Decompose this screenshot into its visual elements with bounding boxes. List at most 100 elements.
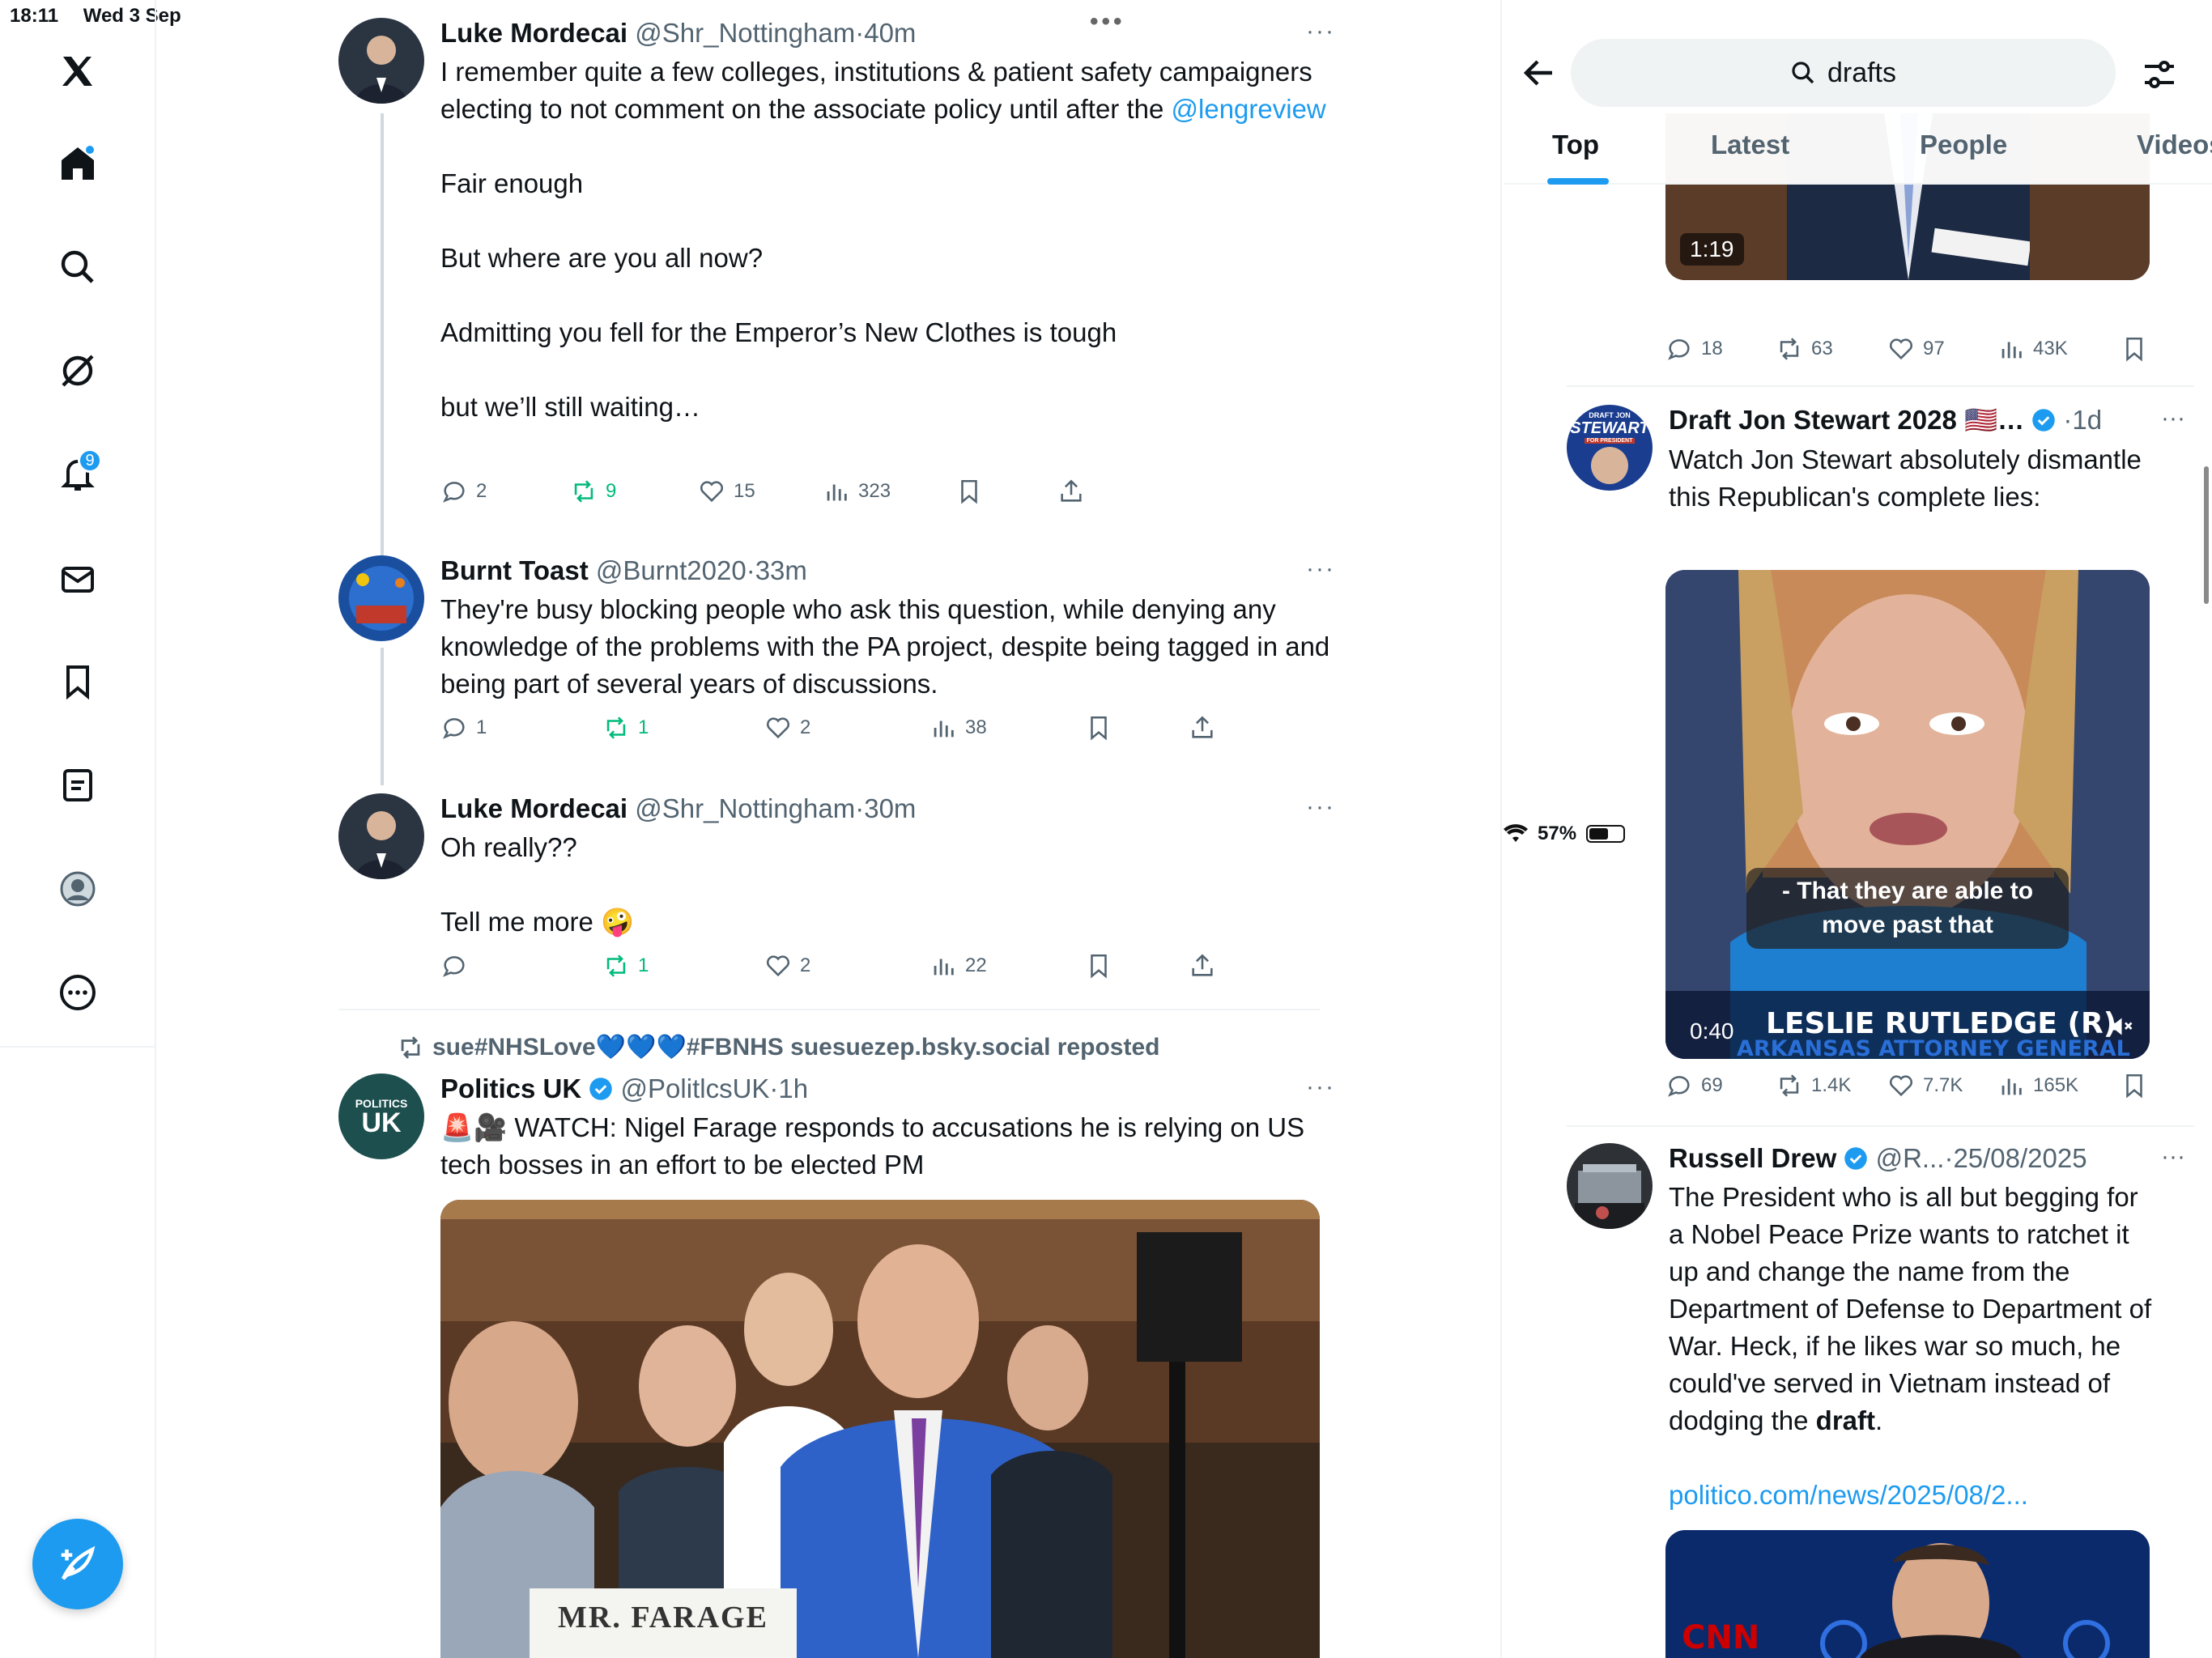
author-avatar[interactable] <box>338 555 424 641</box>
more-options-icon[interactable]: ··· <box>1306 18 1335 45</box>
more-options-icon[interactable]: ··· <box>1306 793 1335 821</box>
search-icon[interactable] <box>49 238 107 296</box>
search-result-video[interactable]: - That they are able to move past that L… <box>1665 570 2150 1059</box>
author-avatar[interactable]: POLITICS UK <box>338 1073 424 1159</box>
more-options-icon[interactable]: ··· <box>1306 1073 1335 1101</box>
views-button[interactable]: 38 <box>929 714 987 742</box>
subtitle-line: - That they are able to <box>1781 878 2034 904</box>
video-thumbnail <box>1665 570 2150 1059</box>
tab-latest[interactable]: Latest <box>1711 130 1789 160</box>
author-name[interactable]: Luke Mordecai <box>440 18 627 48</box>
x-logo-icon[interactable] <box>49 42 107 100</box>
reply-button[interactable]: 1 <box>440 714 487 742</box>
tweet-time[interactable]: 25/08/2025 <box>1953 1143 2087 1173</box>
views-button[interactable]: 22 <box>929 952 987 980</box>
bookmark-button[interactable] <box>1085 714 1112 742</box>
more-options-icon[interactable]: ··· <box>2161 405 2185 432</box>
like-button[interactable]: 2 <box>764 952 810 980</box>
repost-button[interactable]: 63 <box>1776 335 1833 363</box>
tweet-time[interactable]: 30m <box>864 793 916 823</box>
grok-icon[interactable] <box>49 342 107 400</box>
tweet-time[interactable]: 33m <box>755 555 807 585</box>
lists-icon[interactable] <box>49 756 107 814</box>
author-handle[interactable]: @Shr_Nottingham <box>635 793 855 823</box>
mute-icon[interactable] <box>2106 1012 2135 1041</box>
more-options-icon[interactable]: ··· <box>1306 555 1335 583</box>
tab-people[interactable]: People <box>1920 130 2007 160</box>
views-button[interactable]: 165K <box>1997 1072 2078 1099</box>
author-name[interactable]: Luke Mordecai <box>440 793 627 823</box>
tab-videos[interactable]: Videos <box>2137 130 2212 160</box>
tweet-video[interactable]: MR. FARAGE <box>440 1200 1320 1658</box>
author-name[interactable]: Russell Drew <box>1669 1143 1836 1173</box>
repost-button[interactable]: 1 <box>602 714 649 742</box>
cnn-logo: CNN <box>1682 1619 1760 1656</box>
repost-attribution[interactable]: sue#NHSLove💙💙💙#FBNHS suesuezep.bsky.soci… <box>397 1033 1159 1061</box>
reply-button[interactable]: 69 <box>1665 1072 1723 1099</box>
reply-button[interactable]: 18 <box>1665 335 1723 363</box>
reply-button[interactable]: 2 <box>440 478 487 505</box>
bookmark-button[interactable] <box>2121 335 2148 363</box>
share-button[interactable] <box>1189 952 1216 980</box>
video-duration: 1:19 <box>1680 233 1744 266</box>
views-button[interactable]: 323 <box>823 478 891 505</box>
bookmarks-icon[interactable] <box>49 653 107 711</box>
like-button[interactable]: 2 <box>764 714 810 742</box>
tweet[interactable]: Luke Mordecai @Shr_Nottingham·30m ··· Oh… <box>338 793 1334 980</box>
bookmark-button[interactable] <box>2121 1072 2148 1099</box>
tweet-time[interactable]: 1d <box>2072 405 2102 435</box>
more-options-icon[interactable]: ··· <box>2161 1143 2185 1171</box>
tweet[interactable]: POLITICS UK Politics UK @PolitlcsUK·1h ·… <box>338 1073 1334 1658</box>
scroll-indicator[interactable] <box>2204 466 2209 604</box>
search-input[interactable]: drafts <box>1571 39 2116 107</box>
views-button[interactable]: 43K <box>1997 335 2068 363</box>
avatar-text: UK <box>361 1107 402 1138</box>
author-handle[interactable]: @Burnt2020 <box>596 555 747 585</box>
more-icon[interactable] <box>49 963 107 1022</box>
author-name[interactable]: Draft Jon Stewart 2028 <box>1669 405 1957 435</box>
author-handle[interactable]: @R... <box>1876 1143 1945 1173</box>
tweet-actions: 69 1.4K 7.7K 165K <box>1665 1072 2150 1104</box>
bookmark-icon <box>1091 716 1107 741</box>
tab-top[interactable]: Top <box>1552 130 1599 160</box>
tweet-time[interactable]: 40m <box>864 18 916 48</box>
bookmark-button[interactable] <box>1085 952 1112 980</box>
home-icon[interactable] <box>49 134 107 193</box>
tweet[interactable]: Burnt Toast @Burnt2020·33m ··· They're b… <box>338 555 1334 750</box>
author-name[interactable]: Politics UK <box>440 1073 581 1103</box>
author-avatar[interactable] <box>1567 1143 1653 1229</box>
bookmark-button[interactable] <box>955 478 983 505</box>
share-button[interactable] <box>1057 478 1085 505</box>
profile-avatar-icon[interactable] <box>49 860 107 918</box>
share-icon <box>1192 716 1213 738</box>
like-button[interactable]: 97 <box>1887 335 1945 363</box>
article-link[interactable]: politico.com/news/2025/08/2... <box>1669 1477 2153 1514</box>
separator: · <box>1944 1143 1954 1173</box>
repost-attribution-text: sue#NHSLove💙💙💙#FBNHS suesuezep.bsky.soci… <box>432 1034 1160 1061</box>
views-icon <box>2001 1078 2022 1095</box>
repost-button[interactable]: 9 <box>570 478 616 505</box>
messages-icon[interactable] <box>49 551 107 609</box>
author-handle[interactable]: @PolitlcsUK <box>621 1073 770 1103</box>
author-name[interactable]: Burnt Toast <box>440 555 589 585</box>
repost-button[interactable]: 1.4K <box>1776 1072 1851 1099</box>
tweet-time[interactable]: 1h <box>778 1073 808 1103</box>
notifications-icon[interactable]: 9 <box>49 445 107 504</box>
like-button[interactable]: 7.7K <box>1887 1072 1963 1099</box>
tweet[interactable]: Luke Mordecai @Shr_Nottingham·40m ··· I … <box>338 18 1334 520</box>
like-button[interactable]: 15 <box>698 478 755 505</box>
author-avatar[interactable] <box>338 18 424 104</box>
author-avatar[interactable] <box>338 793 424 879</box>
mention-link[interactable]: @lengreview <box>1172 94 1326 124</box>
share-button[interactable] <box>1189 714 1216 742</box>
author-avatar[interactable]: DRAFT JON STEWART FOR PRESIDENT <box>1567 405 1653 491</box>
link-card-image[interactable]: CNN <box>1665 1530 2150 1658</box>
bookmark-icon <box>2126 337 2142 362</box>
author-handle[interactable]: @Shr_Nottingham <box>635 18 855 48</box>
repost-button[interactable]: 1 <box>602 952 649 980</box>
compose-post-button[interactable] <box>32 1519 123 1609</box>
back-arrow-icon[interactable] <box>1520 53 1559 92</box>
search-filters-icon[interactable] <box>2140 55 2179 94</box>
reply-button[interactable] <box>440 952 476 980</box>
reply-count: 69 <box>1701 1074 1723 1096</box>
